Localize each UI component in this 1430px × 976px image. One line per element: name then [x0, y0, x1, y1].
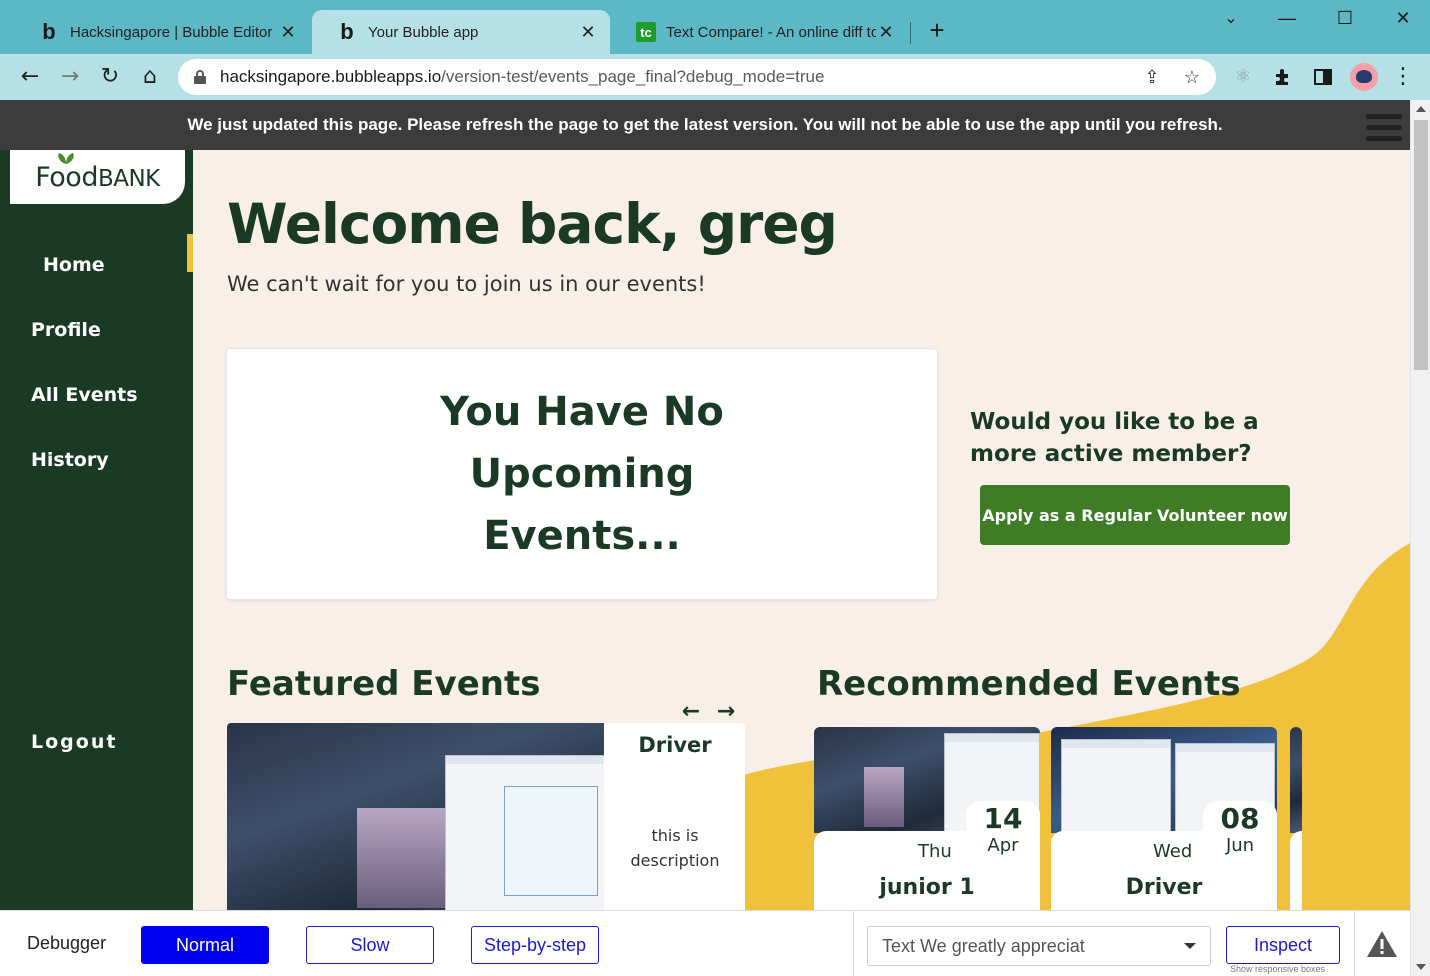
event-month: Apr [987, 835, 1019, 856]
side-panel-icon[interactable] [1310, 64, 1336, 90]
scroll-up-arrow-icon[interactable] [1416, 106, 1426, 112]
featured-event-card[interactable]: Driver this is description [227, 723, 745, 910]
update-banner: We just updated this page. Please refres… [0, 100, 1410, 150]
forward-arrow-icon[interactable]: → [56, 63, 84, 91]
sidebar-item-history[interactable]: History [31, 449, 109, 471]
no-upcoming-events-card: You Have No Upcoming Events... [226, 348, 938, 600]
logo-text-bank: BANK [97, 165, 160, 192]
chevron-down-icon [1184, 943, 1196, 949]
sidebar: FoodBANK Home Profile All Events History… [0, 150, 193, 910]
url-host: hacksingapore.bubbleapps.io [220, 67, 442, 86]
event-date-badge: 08 Jun [1203, 801, 1277, 873]
bookmark-star-icon[interactable]: ☆ [1180, 65, 1204, 89]
featured-prev-arrow-icon[interactable]: ← [679, 700, 703, 724]
debug-mode-normal-button[interactable]: Normal [141, 926, 269, 964]
url-path: /version-test/events_page_final?debug_mo… [441, 67, 825, 86]
close-icon[interactable]: ✕ [578, 22, 598, 43]
page-subtitle: We can't wait for you to join us in our … [227, 272, 706, 296]
browser-menu-icon[interactable]: ⋮ [1390, 64, 1416, 90]
event-weekday: Thu [918, 841, 952, 862]
page-scrollbar[interactable] [1410, 100, 1430, 976]
debug-mode-slow-button[interactable]: Slow [306, 926, 434, 964]
close-icon[interactable]: ✕ [278, 22, 298, 43]
event-month: Jun [1225, 835, 1255, 856]
lock-icon[interactable] [194, 70, 206, 84]
debugger-divider [1354, 911, 1355, 976]
profile-avatar[interactable] [1350, 63, 1378, 91]
leaf-icon [58, 152, 74, 164]
warning-icon[interactable] [1366, 929, 1398, 959]
event-image [1290, 727, 1302, 833]
recommended-events-title: Recommended Events [817, 664, 1241, 704]
sidebar-item-all-events[interactable]: All Events [31, 384, 138, 406]
minimize-button[interactable]: — [1272, 8, 1302, 32]
tab-text-compare[interactable]: tc Text Compare! - An online diff to ✕ [612, 10, 908, 54]
tab-title: Text Compare! - An online diff to [666, 23, 876, 41]
logo-text-fo: Fo [35, 161, 66, 193]
logo-text-od: od [65, 161, 98, 193]
page-viewport: We just updated this page. Please refres… [0, 100, 1410, 910]
element-select-dropdown[interactable]: Text We greatly appreciat [867, 926, 1211, 966]
bubble-favicon-icon: b [340, 19, 354, 44]
recommended-event-card[interactable]: Wed Driver 08 Jun [1051, 727, 1277, 910]
event-image [227, 723, 604, 910]
sidebar-item-profile[interactable]: Profile [31, 319, 101, 341]
tab-separator [910, 22, 911, 44]
event-day: 14 [983, 802, 1023, 835]
event-date-badge: 14 Apr [966, 801, 1040, 873]
logo-wordmark: FoodBANK [35, 152, 160, 193]
browser-tab-bar: b Hacksingapore | Bubble Editor ✕ b Your… [0, 0, 1430, 54]
logout-button[interactable]: Logout [31, 731, 117, 753]
debugger-label: Debugger [27, 933, 107, 953]
element-select-value: Text We greatly appreciat [882, 935, 1085, 956]
event-day: 08 [1220, 802, 1260, 835]
volunteer-question: Would you like to be a more active membe… [970, 409, 1259, 467]
text-compare-favicon-icon: tc [636, 22, 656, 42]
tab-search-icon[interactable]: ⌄ [1216, 8, 1246, 32]
tab-title: Your Bubble app [368, 23, 479, 41]
address-bar[interactable]: hacksingapore.bubbleapps.io/version-test… [178, 59, 1216, 95]
event-title: junior 1 [879, 875, 975, 900]
maximize-button[interactable]: ☐ [1330, 8, 1360, 32]
main-content: Welcome back, greg We can't wait for you… [193, 150, 1410, 910]
inspect-button[interactable]: Inspect [1226, 926, 1340, 964]
bubble-debugger-bar: Debugger Normal Slow Step-by-step Text W… [0, 910, 1410, 976]
window-close-button[interactable]: ✕ [1388, 8, 1418, 32]
new-tab-button[interactable]: + [924, 17, 950, 44]
bubble-favicon-icon: b [42, 19, 56, 44]
apply-volunteer-button[interactable]: Apply as a Regular Volunteer now [980, 485, 1290, 545]
featured-events-title: Featured Events [227, 664, 541, 704]
featured-event-description: this is description [630, 826, 720, 870]
recommended-event-card[interactable]: Thu junior 1 14 Apr [814, 727, 1040, 910]
back-arrow-icon[interactable]: ← [16, 63, 44, 91]
tab-title: Hacksingapore | Bubble Editor [70, 23, 273, 41]
tab-your-bubble-app[interactable]: b Your Bubble app ✕ [312, 10, 610, 54]
event-title: Driver [1125, 875, 1203, 900]
debug-mode-step-button[interactable]: Step-by-step [471, 926, 599, 964]
debugger-divider [853, 911, 854, 976]
no-events-message: You Have No Upcoming Events... [440, 389, 724, 559]
page-title: Welcome back, greg [227, 192, 838, 256]
featured-event-title: Driver [638, 733, 712, 757]
react-devtools-icon[interactable]: ⚛ [1230, 64, 1256, 90]
foodbank-logo[interactable]: FoodBANK [10, 150, 185, 204]
event-card-info [1290, 831, 1302, 910]
hamburger-menu-icon[interactable] [1366, 114, 1402, 147]
home-icon[interactable]: ⌂ [136, 63, 164, 91]
puzzle-extensions-icon[interactable] [1270, 64, 1296, 90]
share-icon[interactable]: ⇪ [1140, 65, 1164, 89]
recommended-event-card-partial[interactable] [1290, 727, 1302, 910]
browser-toolbar: ← → ↻ ⌂ hacksingapore.bubbleapps.io/vers… [0, 54, 1430, 100]
scroll-down-arrow-icon[interactable] [1416, 964, 1426, 970]
tab-bubble-editor[interactable]: b Hacksingapore | Bubble Editor ✕ [14, 10, 310, 54]
sidebar-item-home[interactable]: Home [0, 234, 193, 276]
featured-next-arrow-icon[interactable]: → [714, 700, 738, 724]
event-weekday: Wed [1153, 841, 1193, 862]
close-icon[interactable]: ✕ [876, 22, 896, 43]
scrollbar-thumb[interactable] [1414, 120, 1428, 370]
show-responsive-boxes-link[interactable]: Show responsive boxes [1230, 964, 1325, 974]
reload-icon[interactable]: ↻ [96, 63, 124, 91]
